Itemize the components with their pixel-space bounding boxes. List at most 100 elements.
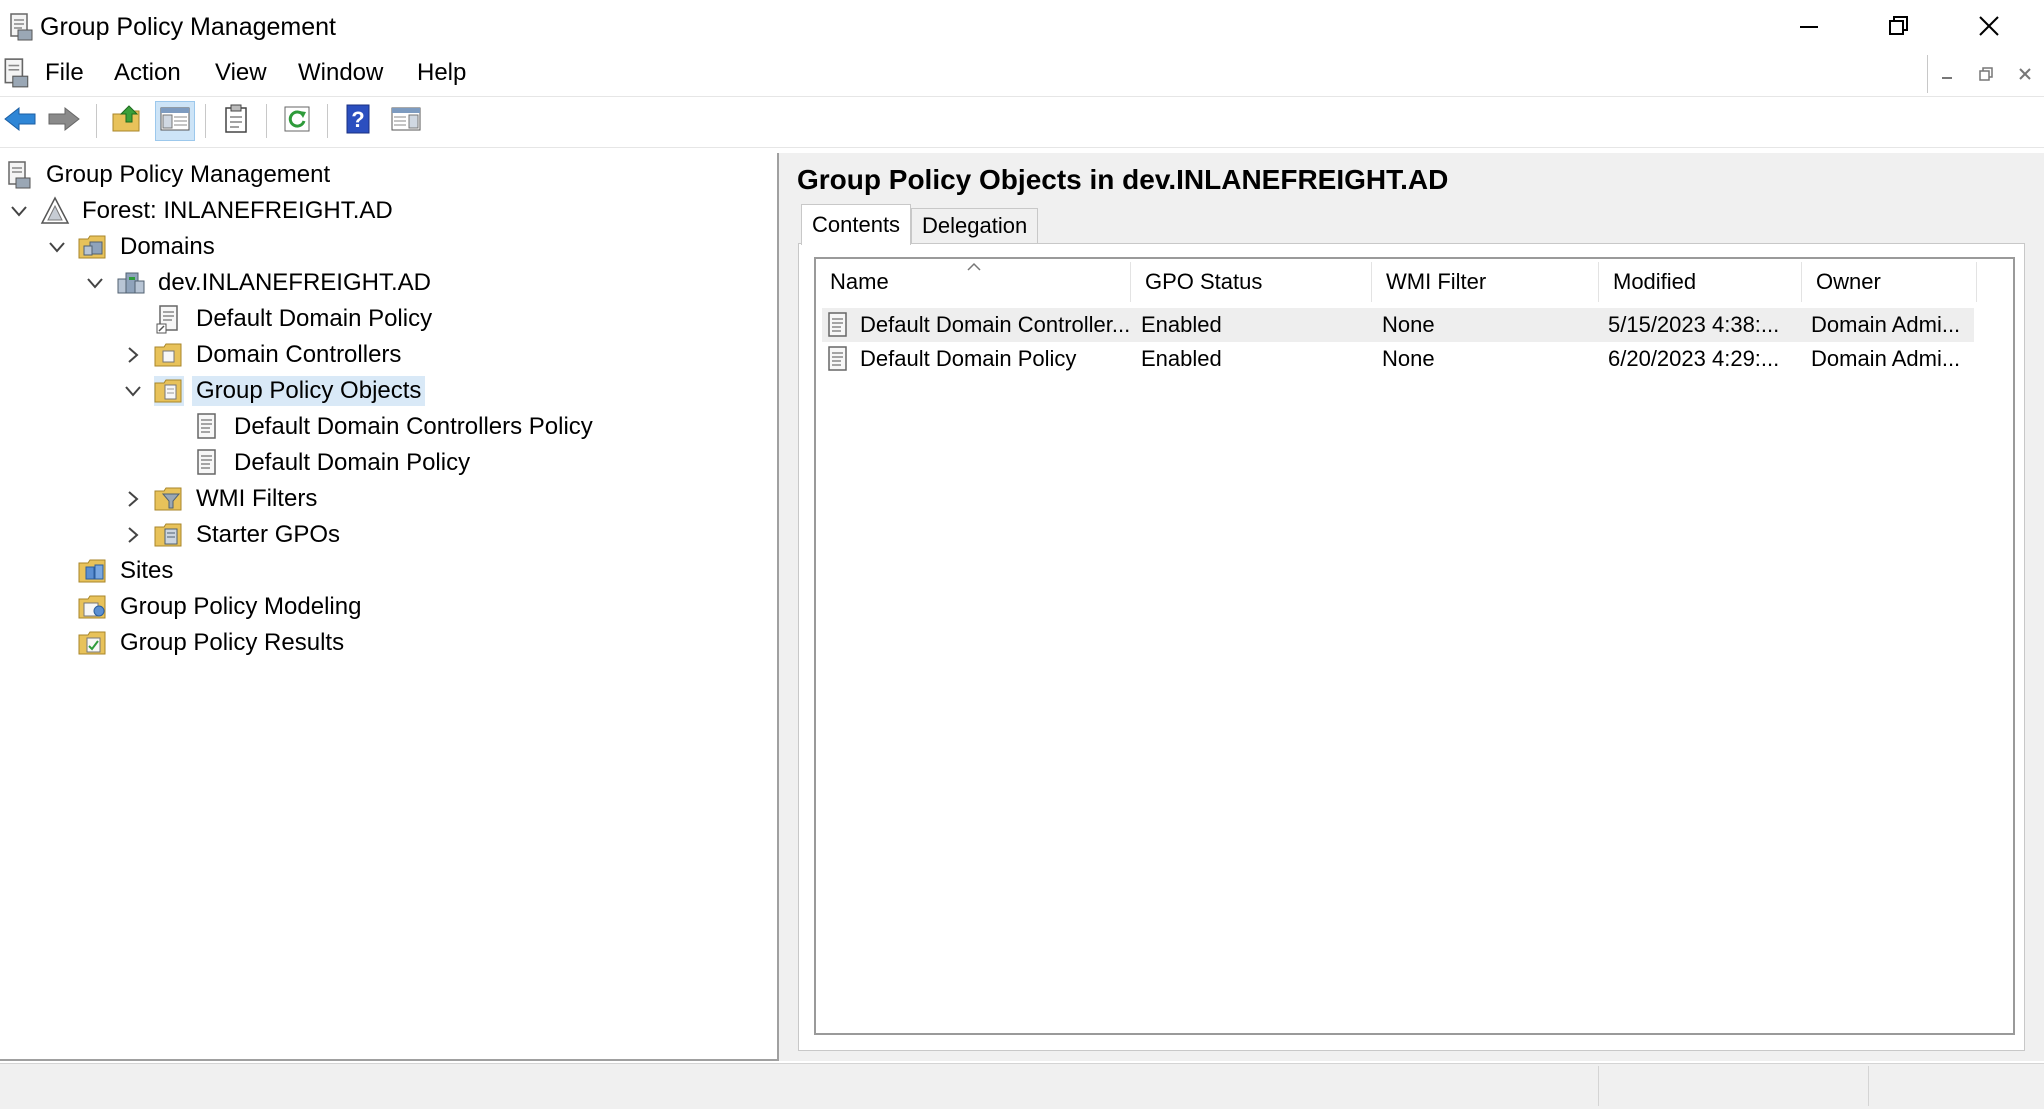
- wmi-filter-folder-icon: [154, 484, 184, 514]
- window-title: Group Policy Management: [40, 13, 336, 41]
- up-one-level-button[interactable]: [107, 101, 147, 141]
- mdi-window-controls: [1927, 55, 2044, 93]
- tree-node-gpo-default-domain-policy[interactable]: Default Domain Policy: [192, 445, 597, 481]
- cell-owner: Domain Admi...: [1811, 312, 1961, 337]
- tree-label: Group Policy Modeling: [120, 593, 362, 620]
- column-header-owner[interactable]: Owner: [1802, 262, 1976, 302]
- status-bar-divider: [1598, 1066, 1599, 1106]
- mdi-minimize-button[interactable]: [1928, 55, 1966, 93]
- tree-node-forest[interactable]: Forest: INLANEFREIGHT.AD: [8, 193, 597, 229]
- back-button[interactable]: [0, 101, 40, 141]
- cell-name: Default Domain Controller...: [860, 312, 1131, 337]
- tree-node-domain[interactable]: dev.INLANEFREIGHT.AD: [84, 265, 597, 301]
- tree-node-group-policy-results[interactable]: Group Policy Results: [78, 625, 597, 661]
- modeling-icon: [78, 592, 108, 622]
- tab-delegation[interactable]: Delegation: [911, 208, 1039, 244]
- properties-button[interactable]: [216, 101, 256, 141]
- svg-text:?: ?: [351, 107, 364, 132]
- help-button[interactable]: ?: [338, 101, 378, 141]
- menu-action[interactable]: Action: [106, 58, 189, 88]
- cell-modified: 6/20/2023 4:29:...: [1608, 346, 1780, 371]
- chevron-right-icon[interactable]: [122, 524, 144, 546]
- column-header-gpo-status[interactable]: GPO Status: [1131, 262, 1371, 302]
- cell-gpo-status: Enabled: [1141, 312, 1222, 337]
- chevron-right-icon[interactable]: [122, 344, 144, 366]
- domain-icon: [116, 268, 146, 298]
- chevron-down-icon[interactable]: [122, 380, 144, 402]
- tree-label: Default Domain Policy: [234, 449, 471, 476]
- tree-node-group-policy-objects[interactable]: Group Policy Objects: [122, 373, 597, 409]
- tree-label: Group Policy Management: [46, 161, 331, 188]
- ou-folder-icon: [154, 340, 184, 370]
- menu-file[interactable]: File: [37, 58, 92, 88]
- forward-button[interactable]: [44, 101, 84, 141]
- column-header-wmi-filter[interactable]: WMI Filter: [1372, 262, 1598, 302]
- tree-label: Group Policy Objects: [192, 376, 426, 406]
- chevron-right-icon[interactable]: [122, 488, 144, 510]
- minimize-button[interactable]: [1764, 0, 1854, 52]
- column-header-label: Owner: [1816, 269, 1881, 294]
- table-row[interactable]: Default Domain Controller... Enabled Non…: [822, 308, 1974, 342]
- tree-label: dev.INLANEFREIGHT.AD: [158, 269, 431, 296]
- tree-node-gpo-default-domain-controllers-policy[interactable]: Default Domain Controllers Policy: [192, 409, 597, 445]
- gpo-icon: [192, 412, 222, 442]
- column-header-label: Name: [830, 269, 889, 294]
- menu-window[interactable]: Window: [290, 58, 391, 88]
- results-icon: [78, 628, 108, 658]
- cell-wmi-filter: None: [1382, 312, 1435, 337]
- forward-arrow-icon: [47, 105, 81, 138]
- cell-modified: 5/15/2023 4:38:...: [1608, 312, 1780, 337]
- gpmc-icon: [4, 160, 34, 190]
- up-folder-icon: [111, 104, 143, 139]
- mdi-restore-button[interactable]: [1967, 55, 2005, 93]
- gpo-link-icon: [154, 304, 184, 334]
- refresh-button[interactable]: [277, 101, 317, 141]
- close-button[interactable]: [1944, 0, 2034, 52]
- tree-node-default-domain-policy-link[interactable]: Default Domain Policy: [154, 301, 597, 337]
- refresh-icon: [282, 104, 312, 139]
- tab-contents[interactable]: Contents: [801, 204, 912, 245]
- restore-button[interactable]: [1854, 0, 1944, 52]
- menu-help[interactable]: Help: [409, 58, 474, 88]
- details-title: Group Policy Objects in dev.INLANEFREIGH…: [797, 164, 1449, 195]
- pane-splitter[interactable]: [779, 153, 788, 1061]
- show-hide-tree-icon: [159, 105, 191, 138]
- console-tree: Group Policy Management Forest: INLANEFR…: [0, 157, 597, 661]
- tree-node-root[interactable]: Group Policy Management: [4, 157, 597, 193]
- cell-wmi-filter: None: [1382, 346, 1435, 371]
- column-header-label: Modified: [1613, 269, 1697, 294]
- sort-ascending-icon: [966, 258, 982, 276]
- table-row[interactable]: Default Domain Policy Enabled None 6/20/…: [822, 342, 1974, 376]
- sites-icon: [78, 556, 108, 586]
- column-divider[interactable]: [1976, 262, 1977, 302]
- toolbar-separator: [205, 104, 206, 138]
- tree-node-starter-gpos[interactable]: Starter GPOs: [122, 517, 597, 553]
- show-hide-console-tree-button[interactable]: [155, 101, 195, 141]
- tree-label: Default Domain Controllers Policy: [234, 413, 593, 440]
- chevron-down-icon[interactable]: [84, 272, 106, 294]
- properties-icon: [222, 104, 250, 139]
- chevron-down-icon[interactable]: [8, 200, 30, 222]
- menu-view[interactable]: View: [207, 58, 275, 88]
- gpo-icon: [826, 345, 852, 373]
- system-menu-icon[interactable]: [2, 57, 30, 89]
- domains-folder-icon: [78, 232, 108, 262]
- tree-label: Sites: [120, 557, 174, 584]
- mdi-close-button[interactable]: [2006, 55, 2044, 93]
- toolbar-separator: [96, 104, 97, 138]
- tree-node-sites[interactable]: Sites: [78, 553, 597, 589]
- tree-node-domains[interactable]: Domains: [46, 229, 597, 265]
- show-hide-action-pane-button[interactable]: [386, 101, 426, 141]
- tree-node-group-policy-modeling[interactable]: Group Policy Modeling: [78, 589, 597, 625]
- tree-node-wmi-filters[interactable]: WMI Filters: [122, 481, 597, 517]
- status-bar: [0, 1063, 2044, 1109]
- tree-label: Default Domain Policy: [196, 305, 433, 332]
- tree-label: Group Policy Results: [120, 629, 345, 656]
- tree-label: WMI Filters: [196, 485, 318, 512]
- gpo-folder-icon: [154, 376, 184, 406]
- status-bar-divider: [1868, 1066, 1869, 1106]
- tree-node-domain-controllers[interactable]: Domain Controllers: [122, 337, 597, 373]
- chevron-down-icon[interactable]: [46, 236, 68, 258]
- column-header-modified[interactable]: Modified: [1599, 262, 1801, 302]
- tree-label: Domains: [120, 233, 215, 260]
